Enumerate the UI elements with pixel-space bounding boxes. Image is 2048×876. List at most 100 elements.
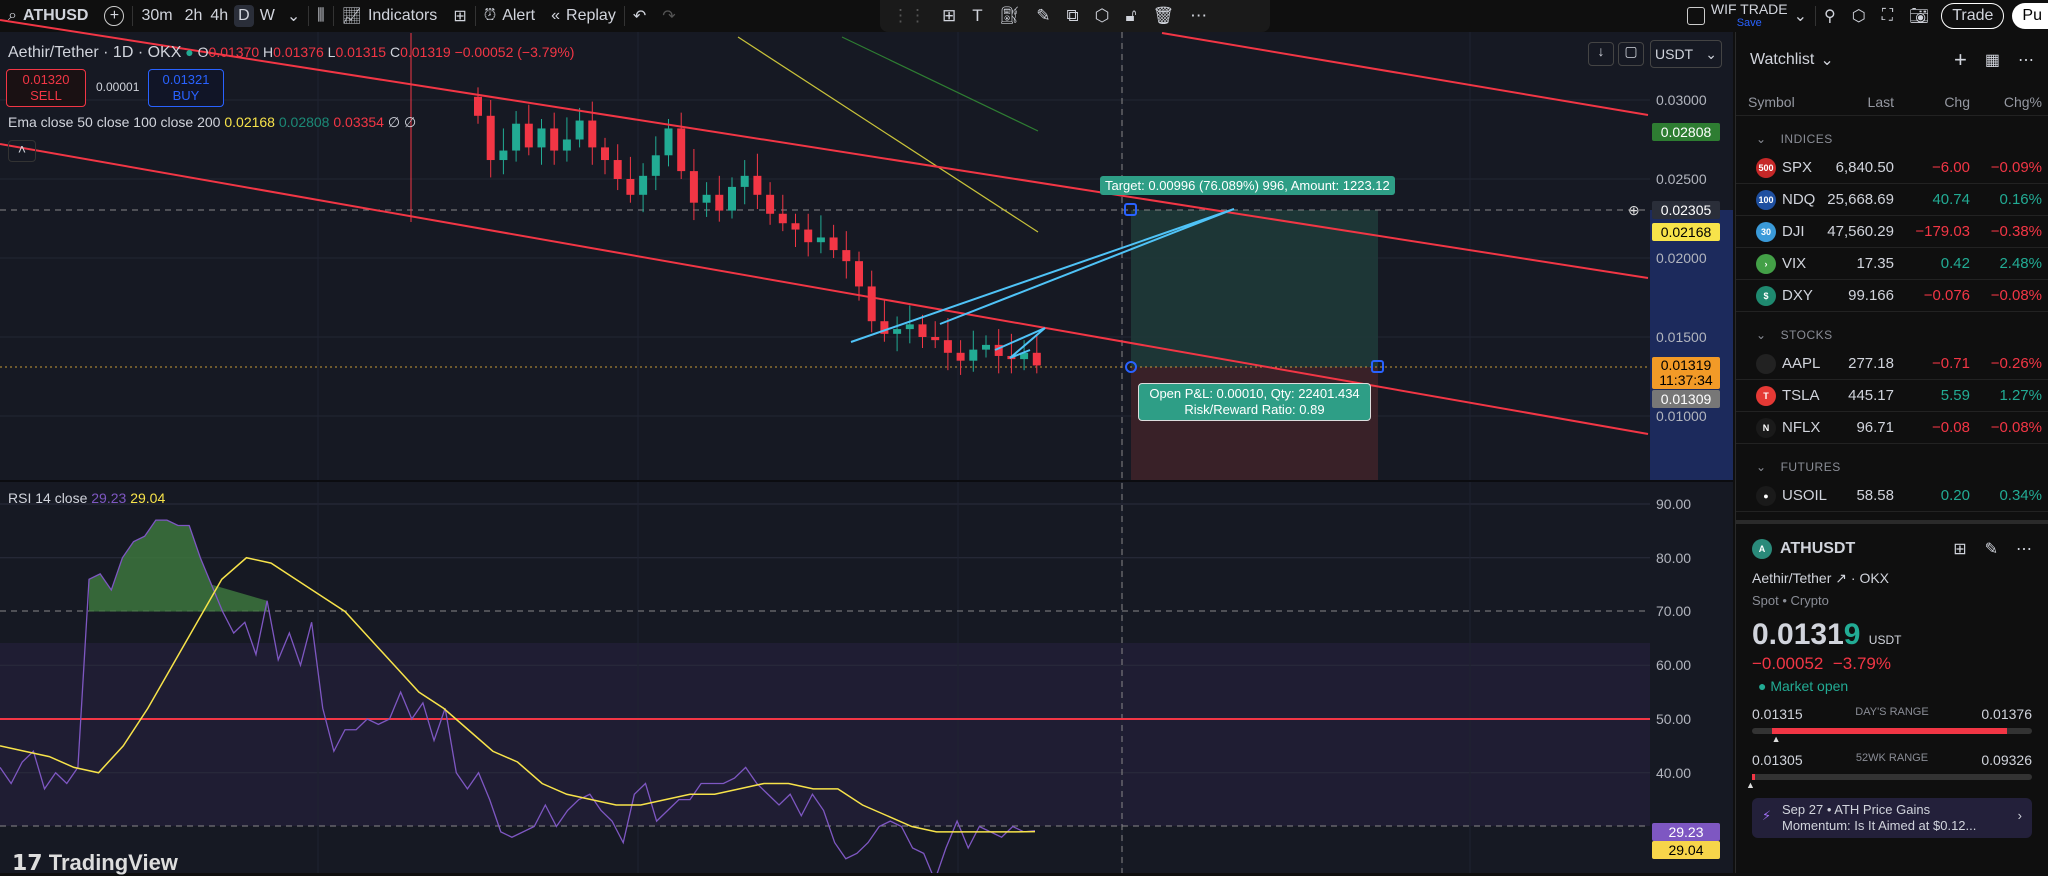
- rsi-legend[interactable]: RSI 14 close 29.23 29.04: [8, 490, 165, 506]
- watchlist-row-spx[interactable]: 500 SPX 6,840.50 −6.00 −0.09%: [1736, 152, 2048, 184]
- quick-search-button[interactable]: ⚲: [1816, 0, 1844, 32]
- candle-body: [677, 128, 686, 172]
- stop-price-tag: 0.01309: [1652, 390, 1720, 408]
- crosshair-price-tag: 0.02305: [1652, 201, 1720, 219]
- col-chg[interactable]: Chg: [1944, 94, 1970, 110]
- candle-body: [855, 261, 863, 287]
- candle-body: [601, 147, 609, 161]
- add-symbol-icon[interactable]: +: [1954, 47, 1967, 73]
- camera-icon: 📷︎: [1908, 8, 1930, 25]
- watchlist-row-tsla[interactable]: T TSLA 445.17 5.59 1.27%: [1736, 380, 2048, 412]
- details-name[interactable]: Aethir/Tether: [1752, 570, 1831, 586]
- currency-value: USDT: [1655, 46, 1694, 62]
- day-high: 0.01376: [1981, 706, 2032, 722]
- candle-body: [753, 175, 762, 195]
- publish-button[interactable]: Pu: [2012, 3, 2048, 29]
- sell-button[interactable]: 0.01320 SELL: [6, 69, 86, 107]
- news-card[interactable]: ⚡︎ Sep 27 • ATH Price Gains Momentum: Is…: [1752, 798, 2032, 838]
- advanced-view-icon[interactable]: ▦: [1985, 50, 2000, 70]
- details-price: 0.0131: [1752, 618, 1844, 651]
- wk-range-label: 52WK RANGE: [1855, 752, 1929, 764]
- right-panel: Watchlist ⌄ + ▦ ⋯ Symbol Last Chg Chg% ⌄ I…: [1735, 32, 2048, 873]
- section-indices[interactable]: ⌄ INDICES: [1736, 116, 2048, 152]
- candle-body: [499, 150, 508, 161]
- edit-icon[interactable]: ✎: [1985, 539, 1998, 559]
- section-futures[interactable]: ⌄ FUTURES: [1736, 444, 2048, 480]
- trendline-top[interactable]: [1161, 32, 1649, 116]
- pnl-text: Open P&L: 0.00010, Qty: 22401.434: [1149, 386, 1360, 401]
- rsi-axis[interactable]: 90.00 80.00 70.00 60.00 50.00 40.00: [1650, 482, 1733, 873]
- external-link-icon[interactable]: ↗: [1835, 570, 1847, 586]
- day-range-fill: [1771, 728, 2007, 734]
- rsi-ma-value: 29.04: [130, 490, 166, 506]
- ema50-value: 0.02168: [224, 114, 275, 130]
- news-date: Sep 27: [1782, 802, 1824, 817]
- o-label: O: [197, 44, 209, 60]
- fullscreen-button[interactable]: ⛶: [1874, 0, 1901, 32]
- candle-body: [474, 96, 482, 116]
- market-status: Market open: [1770, 678, 1849, 694]
- candle-body: [816, 237, 825, 243]
- day-range-label: DAY'S RANGE: [1855, 706, 1929, 718]
- candle-body: [715, 194, 724, 211]
- chg: −179.03: [1915, 223, 1970, 240]
- tv-logo-icon: 𝟭𝟳: [12, 850, 49, 875]
- symbol: DJI: [1782, 223, 1805, 240]
- watchlist-row-nflx[interactable]: N NFLX 96.71 −0.08 −0.08%: [1736, 412, 2048, 444]
- snapshot-button[interactable]: 📷︎: [1901, 0, 1937, 32]
- chevron-down-icon: ⌄: [1705, 46, 1717, 62]
- candle-body: [766, 194, 775, 214]
- watchlist-title[interactable]: Watchlist: [1750, 51, 1814, 69]
- buy-button[interactable]: 0.01321 BUY: [148, 69, 224, 107]
- watchlist-row-aapl[interactable]: AAPL 277.18 −0.71 −0.26%: [1736, 348, 2048, 380]
- watchlist-row-dxy[interactable]: $ DXY 99.166 −0.076 −0.08%: [1736, 280, 2048, 312]
- currency-select[interactable]: USDT ⌄: [1650, 40, 1722, 68]
- price-tick: 0.03000: [1656, 92, 1707, 108]
- buy-label: BUY: [172, 88, 200, 103]
- price-tick: 0.02000: [1656, 250, 1707, 266]
- watchlist-row-dji[interactable]: 30 DJI 47,560.29 −179.03 −0.38%: [1736, 216, 2048, 248]
- scroll-to-latest-button[interactable]: ↓: [1588, 42, 1614, 66]
- more-icon[interactable]: ⋯: [2016, 539, 2032, 559]
- watchlist-row-vix[interactable]: › VIX 17.35 0.42 2.48%: [1736, 248, 2048, 280]
- grid-icon[interactable]: ⊞: [1953, 539, 1966, 559]
- section-stocks[interactable]: ⌄ STOCKS: [1736, 312, 2048, 348]
- symbol-logo-icon: 100: [1756, 189, 1776, 210]
- risk-reward-text: Risk/Reward Ratio: 0.89: [1184, 402, 1325, 417]
- candle-body: [626, 179, 635, 195]
- col-last[interactable]: Last: [1868, 94, 1894, 110]
- auto-scale-button[interactable]: ▢: [1618, 42, 1644, 66]
- more-icon[interactable]: ⋯: [2018, 50, 2034, 70]
- candle-body: [893, 329, 902, 334]
- ema100-value: 0.02808: [278, 114, 330, 130]
- watchlist-row-usoil[interactable]: ● USOIL 58.58 0.20 0.34%: [1736, 480, 2048, 512]
- pane-separator[interactable]: [0, 480, 1733, 482]
- settings-button[interactable]: ⬡: [1844, 0, 1874, 32]
- last-price-tag: 0.01319 11:37:34: [1652, 357, 1720, 389]
- price-axis[interactable]: 0.03000 0.02500 0.02000 0.01500 0.01000: [1650, 32, 1733, 480]
- candle-body: [550, 128, 559, 151]
- add-alert-icon[interactable]: ⊕: [1628, 202, 1640, 219]
- save-layout-link[interactable]: Save: [1737, 16, 1762, 30]
- col-chg-pct[interactable]: Chg%: [2004, 94, 2042, 110]
- high-value: 0.01376: [273, 44, 324, 60]
- symbol-details: A ATHUSDT ⊞ ✎ ⋯ Aethir/Tether ↗ · OKX Spot …: [1736, 524, 2048, 848]
- trade-button[interactable]: Trade: [1941, 3, 2005, 29]
- tradingview-logo[interactable]: 𝟭𝟳 TradingView: [12, 850, 178, 876]
- watchlist-row-ndq[interactable]: 100 NDQ 25,668.69 40.74 0.16%: [1736, 184, 2048, 216]
- zoom-search-icon: ⚲: [1824, 8, 1836, 25]
- position-profit-zone[interactable]: [1131, 210, 1378, 367]
- position-target-label: Target: 0.00996 (76.089%) 996, Amount: 1…: [1100, 176, 1395, 195]
- candle-body: [613, 160, 622, 179]
- col-symbol[interactable]: Symbol: [1748, 94, 1795, 110]
- candle-body: [486, 115, 495, 161]
- candles: [474, 87, 1041, 375]
- candle-body: [689, 171, 698, 203]
- watchlist: ⌄ INDICES 500 SPX 6,840.50 −6.00 −0.09% 100…: [1736, 116, 2048, 512]
- ath-logo-icon: A: [1752, 539, 1772, 559]
- chart-legend: Aethir/Tether · 1D · OKX ● O0.01370 H0.0…: [8, 44, 574, 62]
- ema-legend[interactable]: Ema close 50 close 100 close 200 0.02168…: [8, 114, 416, 131]
- collapse-legend-button[interactable]: ˄: [8, 140, 36, 162]
- symbol: VIX: [1782, 255, 1807, 272]
- trendline-lower[interactable]: [0, 143, 1649, 435]
